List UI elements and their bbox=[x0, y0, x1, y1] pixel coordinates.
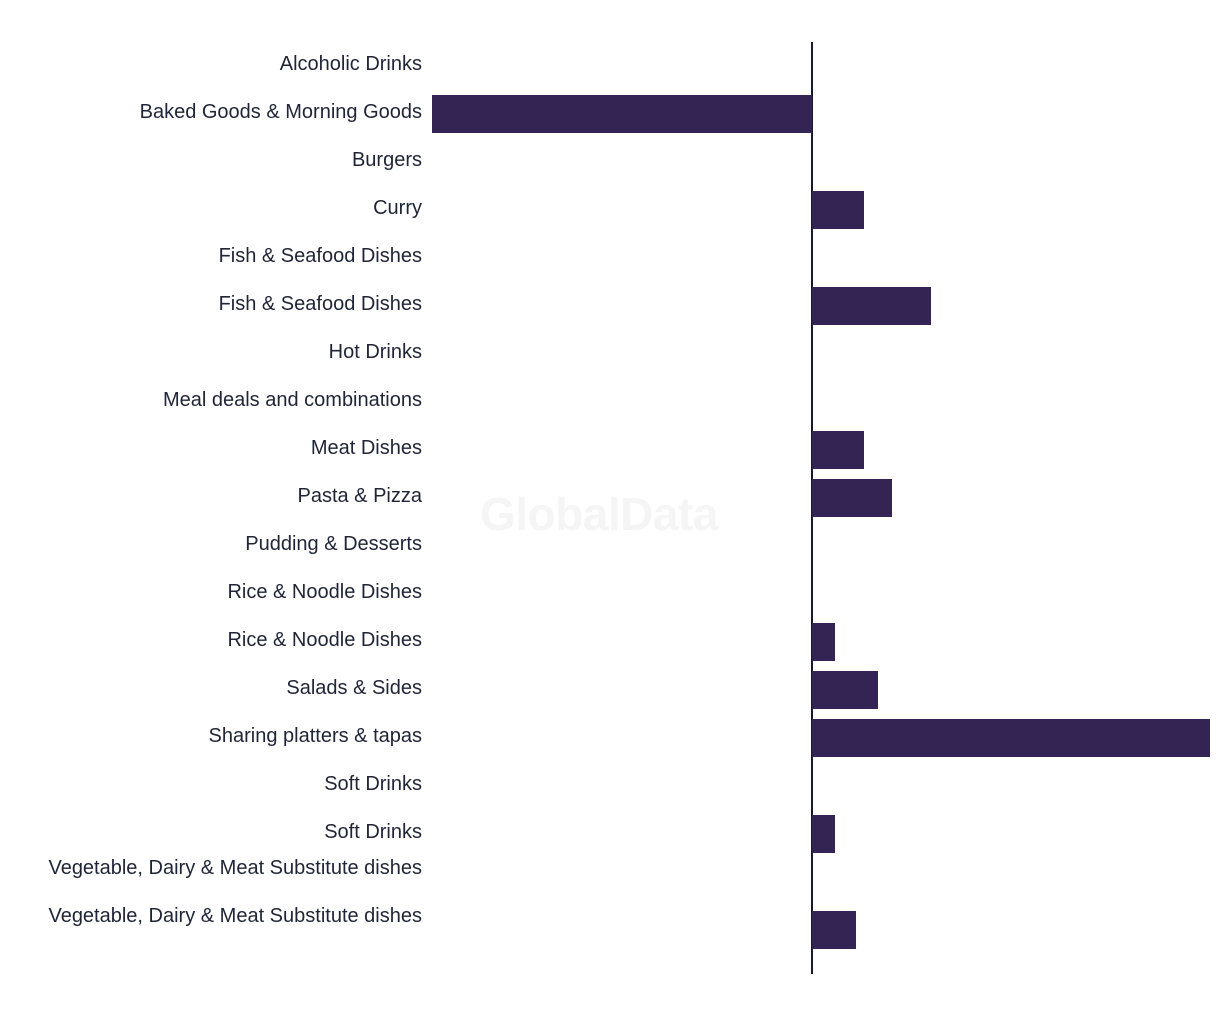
bar[interactable] bbox=[812, 815, 836, 853]
bar-row[interactable]: Sharing platters & tapas bbox=[0, 714, 1220, 762]
category-label: Vegetable, Dairy & Meat Substitute dishe… bbox=[48, 905, 422, 927]
plot-area: Alcoholic Drinks Baked Goods & Morning Go… bbox=[0, 0, 1220, 1024]
bar[interactable] bbox=[812, 479, 892, 517]
category-label: Fish & Seafood Dishes bbox=[218, 245, 422, 267]
bar-row[interactable]: Soft Drinks bbox=[0, 762, 1220, 810]
bar-row[interactable]: Pudding & Desserts bbox=[0, 522, 1220, 570]
bar[interactable] bbox=[812, 719, 1210, 757]
bar-row[interactable]: Vegetable, Dairy & Meat Substitute dishe… bbox=[0, 905, 1220, 954]
bar-row[interactable]: Alcoholic Drinks bbox=[0, 42, 1220, 90]
bar-row[interactable]: Vegetable, Dairy & Meat Substitute dishe… bbox=[0, 857, 1220, 906]
category-label: Burgers bbox=[351, 149, 422, 171]
bar-row[interactable]: Curry bbox=[0, 186, 1220, 234]
bar[interactable] bbox=[812, 287, 931, 325]
bar-row[interactable]: Hot Drinks bbox=[0, 330, 1220, 378]
category-label: Soft Drinks bbox=[324, 773, 422, 795]
bar[interactable] bbox=[431, 95, 812, 133]
category-label: Curry bbox=[373, 197, 422, 219]
category-label: Pudding & Desserts bbox=[245, 533, 422, 555]
category-label: Meal deals and combinations bbox=[162, 389, 422, 411]
category-label: Sharing platters & tapas bbox=[208, 725, 422, 747]
category-label: Rice & Noodle Dishes bbox=[227, 581, 422, 603]
bar-row[interactable]: Rice & Noodle Dishes bbox=[0, 618, 1220, 666]
category-label: Baked Goods & Morning Goods bbox=[139, 101, 422, 123]
bar-row[interactable]: Rice & Noodle Dishes bbox=[0, 570, 1220, 618]
category-label: Soft Drinks bbox=[324, 821, 422, 843]
horizontal-bar-chart: GlobalData Alcoholic Drinks Baked Goods &… bbox=[0, 0, 1220, 1024]
category-label: Alcoholic Drinks bbox=[279, 53, 422, 75]
bar-row[interactable]: Fish & Seafood Dishes bbox=[0, 282, 1220, 330]
bar-row[interactable]: Baked Goods & Morning Goods bbox=[0, 90, 1220, 138]
category-label: Fish & Seafood Dishes bbox=[218, 293, 422, 315]
bar-row[interactable]: Fish & Seafood Dishes bbox=[0, 234, 1220, 282]
bar[interactable] bbox=[812, 431, 865, 469]
category-label: Hot Drinks bbox=[328, 341, 422, 363]
category-label: Salads & Sides bbox=[286, 677, 422, 699]
bar-row[interactable]: Salads & Sides bbox=[0, 666, 1220, 714]
bar-row[interactable]: Pasta & Pizza bbox=[0, 474, 1220, 522]
category-label: Rice & Noodle Dishes bbox=[227, 629, 422, 651]
category-label: Vegetable, Dairy & Meat Substitute dishe… bbox=[48, 857, 422, 879]
bar[interactable] bbox=[812, 623, 836, 661]
category-label: Pasta & Pizza bbox=[297, 485, 422, 507]
bar-row[interactable]: Soft Drinks bbox=[0, 810, 1220, 858]
category-label: Meat Dishes bbox=[310, 437, 422, 459]
bar-row[interactable]: Meal deals and combinations bbox=[0, 378, 1220, 426]
bar[interactable] bbox=[812, 671, 879, 709]
bar-row[interactable]: Burgers bbox=[0, 138, 1220, 186]
bar-row[interactable]: Meat Dishes bbox=[0, 426, 1220, 474]
bar[interactable] bbox=[812, 911, 857, 949]
bar[interactable] bbox=[812, 191, 865, 229]
